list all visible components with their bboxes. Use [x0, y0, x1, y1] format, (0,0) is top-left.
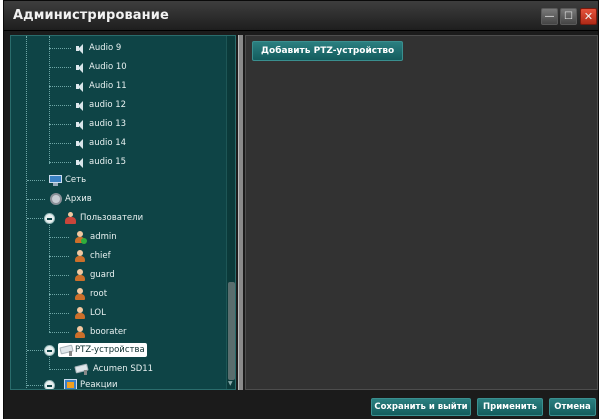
apply-button[interactable]: Применить [477, 398, 543, 416]
maximize-button[interactable]: ☐ [560, 8, 577, 25]
tree-item-label: root [90, 289, 108, 299]
tree-item-label: boorater [90, 327, 127, 337]
check-badge-icon [81, 238, 87, 244]
tree-item-label: Audio 9 [89, 43, 122, 53]
minimize-button[interactable]: — [541, 8, 558, 25]
user-icon [74, 250, 87, 262]
tree-item-label: Сеть [65, 175, 87, 185]
users-group-icon [64, 212, 77, 224]
speaker-icon [75, 138, 86, 149]
tree-item-audio-15[interactable]: audio 15 [49, 153, 127, 171]
speaker-icon [75, 119, 86, 130]
add-ptz-device-button[interactable]: Добавить PTZ-устройство [252, 41, 404, 61]
ptz-camera-icon [59, 344, 74, 356]
admin-window: Администрирование — ☐ ✕ Audio 9 Audio 10… [3, 0, 599, 419]
tree-item-label: PTZ-устройства [75, 345, 145, 355]
tree-item-label: audio 13 [89, 119, 127, 129]
content-panel: Добавить PTZ-устройство [245, 35, 598, 390]
tree-item-user-admin[interactable]: admin [49, 228, 117, 246]
tree-item-reactions[interactable]: Реакции [27, 376, 118, 390]
tree-connector [49, 222, 50, 332]
speaker-icon [75, 62, 86, 73]
tree-item-label: audio 14 [89, 138, 127, 148]
archive-disk-icon [49, 193, 62, 205]
reactions-icon [64, 379, 77, 389]
user-icon [74, 231, 87, 244]
user-icon [74, 288, 87, 300]
footer-bar: Сохранить и выйти Применить Отмена [4, 392, 598, 419]
collapse-toggle-icon[interactable] [44, 213, 55, 224]
tree-connector [49, 36, 50, 164]
tree-item-audio-12[interactable]: audio 12 [49, 96, 127, 114]
user-icon [74, 269, 87, 281]
close-button[interactable]: ✕ [580, 8, 597, 25]
tree-item-label: audio 12 [89, 100, 127, 110]
window-title: Администрирование [13, 8, 169, 23]
tree-item-ptz-devices[interactable]: PTZ-устройства [27, 341, 147, 359]
tree-item-user-chief[interactable]: chief [49, 247, 111, 265]
tree-item-user-boorater[interactable]: boorater [49, 323, 127, 341]
scroll-down-arrow-icon[interactable]: ▼ [228, 380, 235, 388]
speaker-icon [75, 43, 86, 54]
ptz-camera-icon [74, 363, 89, 375]
tree-item-label: Acumen SD11 [93, 364, 154, 374]
tree-item-audio-9[interactable]: Audio 9 [49, 39, 122, 57]
tree-item-audio-11[interactable]: Audio 11 [49, 77, 127, 95]
tree-item-label: Audio 10 [89, 62, 127, 72]
title-bar[interactable]: Администрирование — ☐ ✕ [4, 1, 598, 31]
tree-item-user-root[interactable]: root [49, 285, 108, 303]
network-icon [49, 174, 62, 186]
tree-item-audio-10[interactable]: Audio 10 [49, 58, 127, 76]
tree-item-label: Архив [65, 194, 92, 204]
collapse-toggle-icon[interactable] [44, 345, 55, 356]
speaker-icon [75, 157, 86, 168]
tree-item-label: audio 15 [89, 157, 127, 167]
speaker-icon [75, 81, 86, 92]
tree-item-users[interactable]: Пользователи [27, 209, 143, 227]
tree-item-audio-13[interactable]: audio 13 [49, 115, 127, 133]
tree-item-label: Реакции [80, 380, 118, 390]
collapse-toggle-icon[interactable] [44, 380, 55, 389]
tree-item-user-guard[interactable]: guard [49, 266, 115, 284]
scrollbar-thumb[interactable] [228, 282, 235, 380]
tree-scrollbar[interactable]: ▼ [226, 36, 235, 389]
cancel-button[interactable]: Отмена [549, 398, 596, 416]
tree-item-label: LOL [90, 308, 106, 318]
tree-item-label: guard [90, 270, 115, 280]
save-and-exit-button[interactable]: Сохранить и выйти [371, 398, 471, 416]
speaker-icon [75, 100, 86, 111]
tree-item-label: chief [90, 251, 111, 261]
tree-item-user-lol[interactable]: LOL [49, 304, 106, 322]
settings-tree[interactable]: Audio 9 Audio 10 Audio 11 audio 12 audio… [10, 35, 236, 390]
panel-splitter[interactable] [238, 35, 243, 390]
tree-item-audio-14[interactable]: audio 14 [49, 134, 127, 152]
tree-item-archive[interactable]: Архив [27, 190, 92, 208]
user-icon [74, 326, 87, 338]
tree-item-label: Пользователи [80, 213, 144, 223]
tree-item-network[interactable]: Сеть [27, 171, 86, 189]
selected-item-highlight: PTZ-устройства [58, 343, 147, 357]
tree-item-label: admin [90, 232, 117, 242]
user-icon [74, 307, 87, 319]
tree-item-label: Audio 11 [89, 81, 127, 91]
